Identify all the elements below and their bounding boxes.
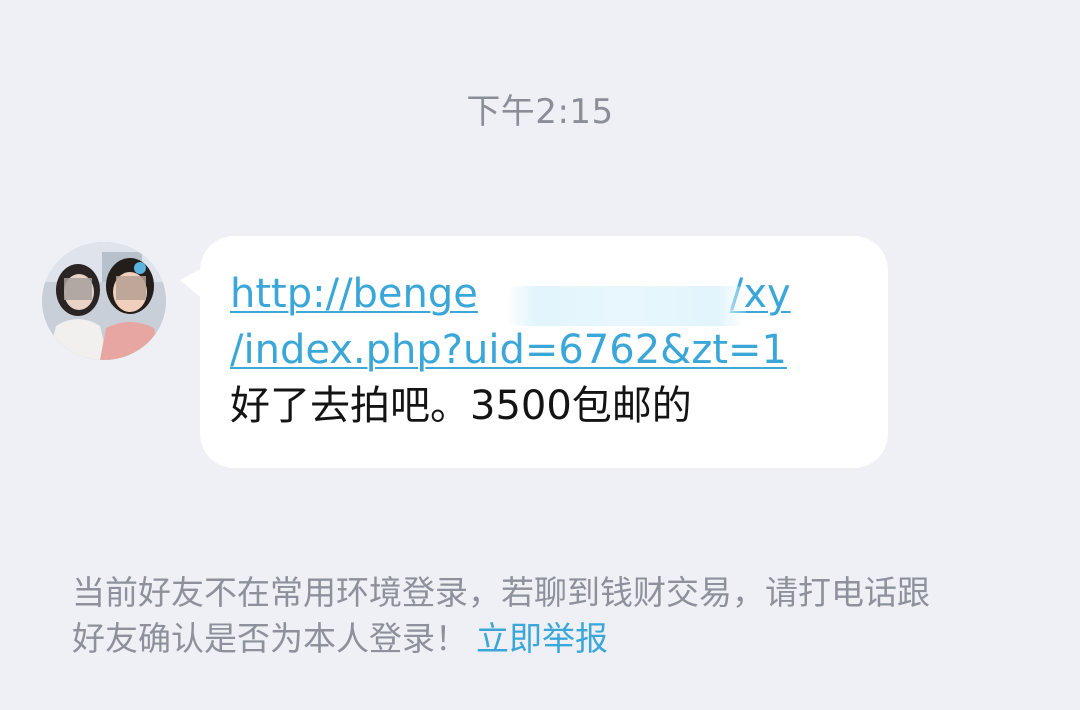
message-bubble: http://benge/xy /index.php?uid=6762&zt=1… — [180, 236, 888, 468]
security-notice-line2-wrapper: 好友确认是否为本人登录！ 立即举报 — [72, 616, 1032, 662]
incoming-message-row: http://benge/xy /index.php?uid=6762&zt=1… — [40, 236, 900, 476]
avatar-photo-icon — [42, 242, 166, 360]
report-now-link[interactable]: 立即举报 — [476, 619, 608, 658]
message-timestamp: 下午2:15 — [466, 92, 614, 132]
security-notice-line1: 当前好友不在常用环境登录，若聊到钱财交易，请打电话跟 — [72, 573, 930, 612]
security-notice-line2: 好友确认是否为本人登录！ — [72, 619, 468, 658]
link-line2: /index.php?uid=6762&zt=1 — [230, 327, 787, 373]
bubble-tail — [180, 266, 206, 302]
message-link-url[interactable]: http://benge/xy /index.php?uid=6762&zt=1 — [230, 266, 860, 378]
message-text: 好了去拍吧。3500包邮的 — [230, 383, 692, 429]
security-notice: 当前好友不在常用环境登录，若聊到钱财交易，请打电话跟 好友确认是否为本人登录！立… — [72, 570, 1032, 662]
sender-avatar[interactable] — [42, 242, 166, 360]
link-line1-prefix: http://benge — [230, 271, 478, 317]
redaction-blur — [506, 286, 746, 326]
link-line1-suffix: /xy — [729, 271, 791, 317]
